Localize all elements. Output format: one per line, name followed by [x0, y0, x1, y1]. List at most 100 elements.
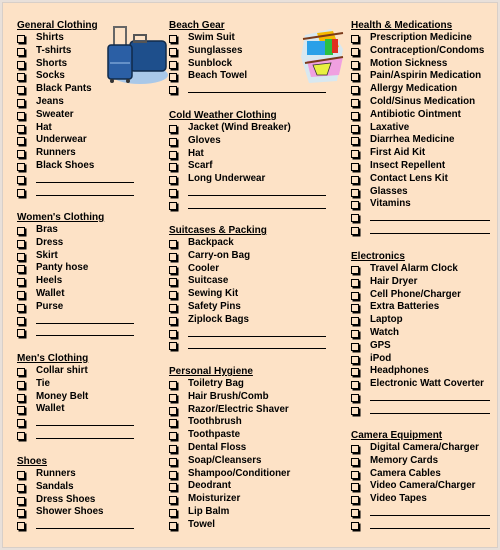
checkbox[interactable]	[351, 150, 359, 159]
blank-write-in-line[interactable]	[188, 348, 326, 350]
checkbox[interactable]	[351, 278, 359, 287]
checkbox[interactable]	[17, 431, 25, 440]
checkbox[interactable]	[351, 86, 359, 95]
checkbox[interactable]	[17, 175, 25, 184]
checkbox[interactable]	[17, 137, 25, 146]
checkbox[interactable]	[169, 381, 177, 389]
checkbox[interactable]	[169, 316, 177, 325]
blank-write-in-line[interactable]	[36, 181, 134, 183]
blank-write-in-line[interactable]	[370, 412, 490, 414]
checkbox[interactable]	[351, 457, 359, 466]
checkbox[interactable]	[351, 175, 359, 184]
blank-write-in-line[interactable]	[188, 194, 326, 196]
checkbox[interactable]	[351, 496, 359, 505]
checkbox[interactable]	[351, 98, 359, 107]
checkbox[interactable]	[351, 188, 359, 197]
checkbox[interactable]	[169, 457, 177, 466]
checkbox[interactable]	[17, 471, 25, 479]
checkbox[interactable]	[17, 239, 25, 248]
checkbox[interactable]	[17, 73, 25, 82]
checkbox[interactable]	[17, 290, 25, 299]
checkbox[interactable]	[169, 188, 177, 197]
checkbox[interactable]	[17, 509, 25, 518]
checkbox[interactable]	[17, 483, 25, 492]
blank-write-in-line[interactable]	[370, 527, 490, 529]
checkbox[interactable]	[169, 496, 177, 505]
checkbox[interactable]	[169, 265, 177, 274]
checkbox[interactable]	[169, 393, 177, 402]
checkbox[interactable]	[17, 368, 25, 376]
checkbox[interactable]	[169, 73, 177, 82]
blank-write-in-line[interactable]	[370, 399, 490, 401]
blank-write-in-line[interactable]	[370, 220, 490, 222]
checkbox[interactable]	[17, 188, 25, 197]
checkbox[interactable]	[351, 368, 359, 377]
checkbox[interactable]	[169, 432, 177, 441]
checkbox[interactable]	[351, 406, 359, 415]
checkbox[interactable]	[169, 252, 177, 261]
checkbox[interactable]	[169, 278, 177, 287]
checkbox[interactable]	[351, 470, 359, 479]
checkbox[interactable]	[351, 47, 359, 56]
checkbox[interactable]	[17, 496, 25, 505]
checkbox[interactable]	[169, 86, 177, 95]
checkbox[interactable]	[17, 150, 25, 159]
blank-write-in-line[interactable]	[36, 322, 134, 324]
checkbox[interactable]	[351, 483, 359, 492]
checkbox[interactable]	[17, 111, 25, 120]
checkbox[interactable]	[351, 381, 359, 390]
checkbox[interactable]	[17, 47, 25, 56]
checkbox[interactable]	[17, 124, 25, 133]
checkbox[interactable]	[351, 201, 359, 210]
checkbox[interactable]	[351, 342, 359, 351]
checkbox[interactable]	[17, 265, 25, 274]
checkbox[interactable]	[351, 317, 359, 326]
checkbox[interactable]	[351, 329, 359, 338]
checkbox[interactable]	[17, 522, 25, 531]
checkbox[interactable]	[169, 419, 177, 428]
checkbox[interactable]	[17, 419, 25, 428]
checkbox[interactable]	[351, 73, 359, 82]
blank-write-in-line[interactable]	[370, 514, 490, 516]
blank-write-in-line[interactable]	[370, 232, 490, 234]
checkbox[interactable]	[17, 303, 25, 312]
checkbox[interactable]	[17, 252, 25, 261]
checkbox[interactable]	[17, 227, 25, 235]
checkbox[interactable]	[169, 35, 177, 43]
blank-write-in-line[interactable]	[188, 335, 326, 337]
checkbox[interactable]	[169, 470, 177, 479]
checkbox[interactable]	[169, 342, 177, 351]
checkbox[interactable]	[169, 303, 177, 312]
checkbox[interactable]	[169, 176, 177, 185]
checkbox[interactable]	[351, 226, 359, 235]
blank-write-in-line[interactable]	[36, 194, 134, 196]
checkbox[interactable]	[17, 60, 25, 69]
checkbox[interactable]	[351, 393, 359, 402]
checkbox[interactable]	[169, 508, 177, 517]
blank-write-in-line[interactable]	[36, 528, 134, 530]
checkbox[interactable]	[169, 240, 177, 248]
checkbox[interactable]	[17, 329, 25, 338]
blank-write-in-line[interactable]	[36, 335, 134, 337]
checkbox[interactable]	[17, 380, 25, 389]
checkbox[interactable]	[351, 445, 359, 453]
checkbox[interactable]	[17, 278, 25, 287]
checkbox[interactable]	[351, 214, 359, 223]
checkbox[interactable]	[351, 355, 359, 364]
checkbox[interactable]	[351, 304, 359, 313]
checkbox[interactable]	[351, 137, 359, 146]
blank-write-in-line[interactable]	[188, 92, 326, 94]
checkbox[interactable]	[169, 137, 177, 146]
checkbox[interactable]	[17, 393, 25, 402]
checkbox[interactable]	[169, 47, 177, 56]
checkbox[interactable]	[351, 124, 359, 133]
checkbox[interactable]	[169, 521, 177, 530]
checkbox[interactable]	[351, 508, 359, 517]
checkbox[interactable]	[17, 316, 25, 325]
checkbox[interactable]	[17, 86, 25, 95]
checkbox[interactable]	[169, 329, 177, 338]
blank-write-in-line[interactable]	[36, 437, 134, 439]
checkbox[interactable]	[17, 162, 25, 171]
checkbox[interactable]	[169, 125, 177, 133]
checkbox[interactable]	[351, 291, 359, 300]
